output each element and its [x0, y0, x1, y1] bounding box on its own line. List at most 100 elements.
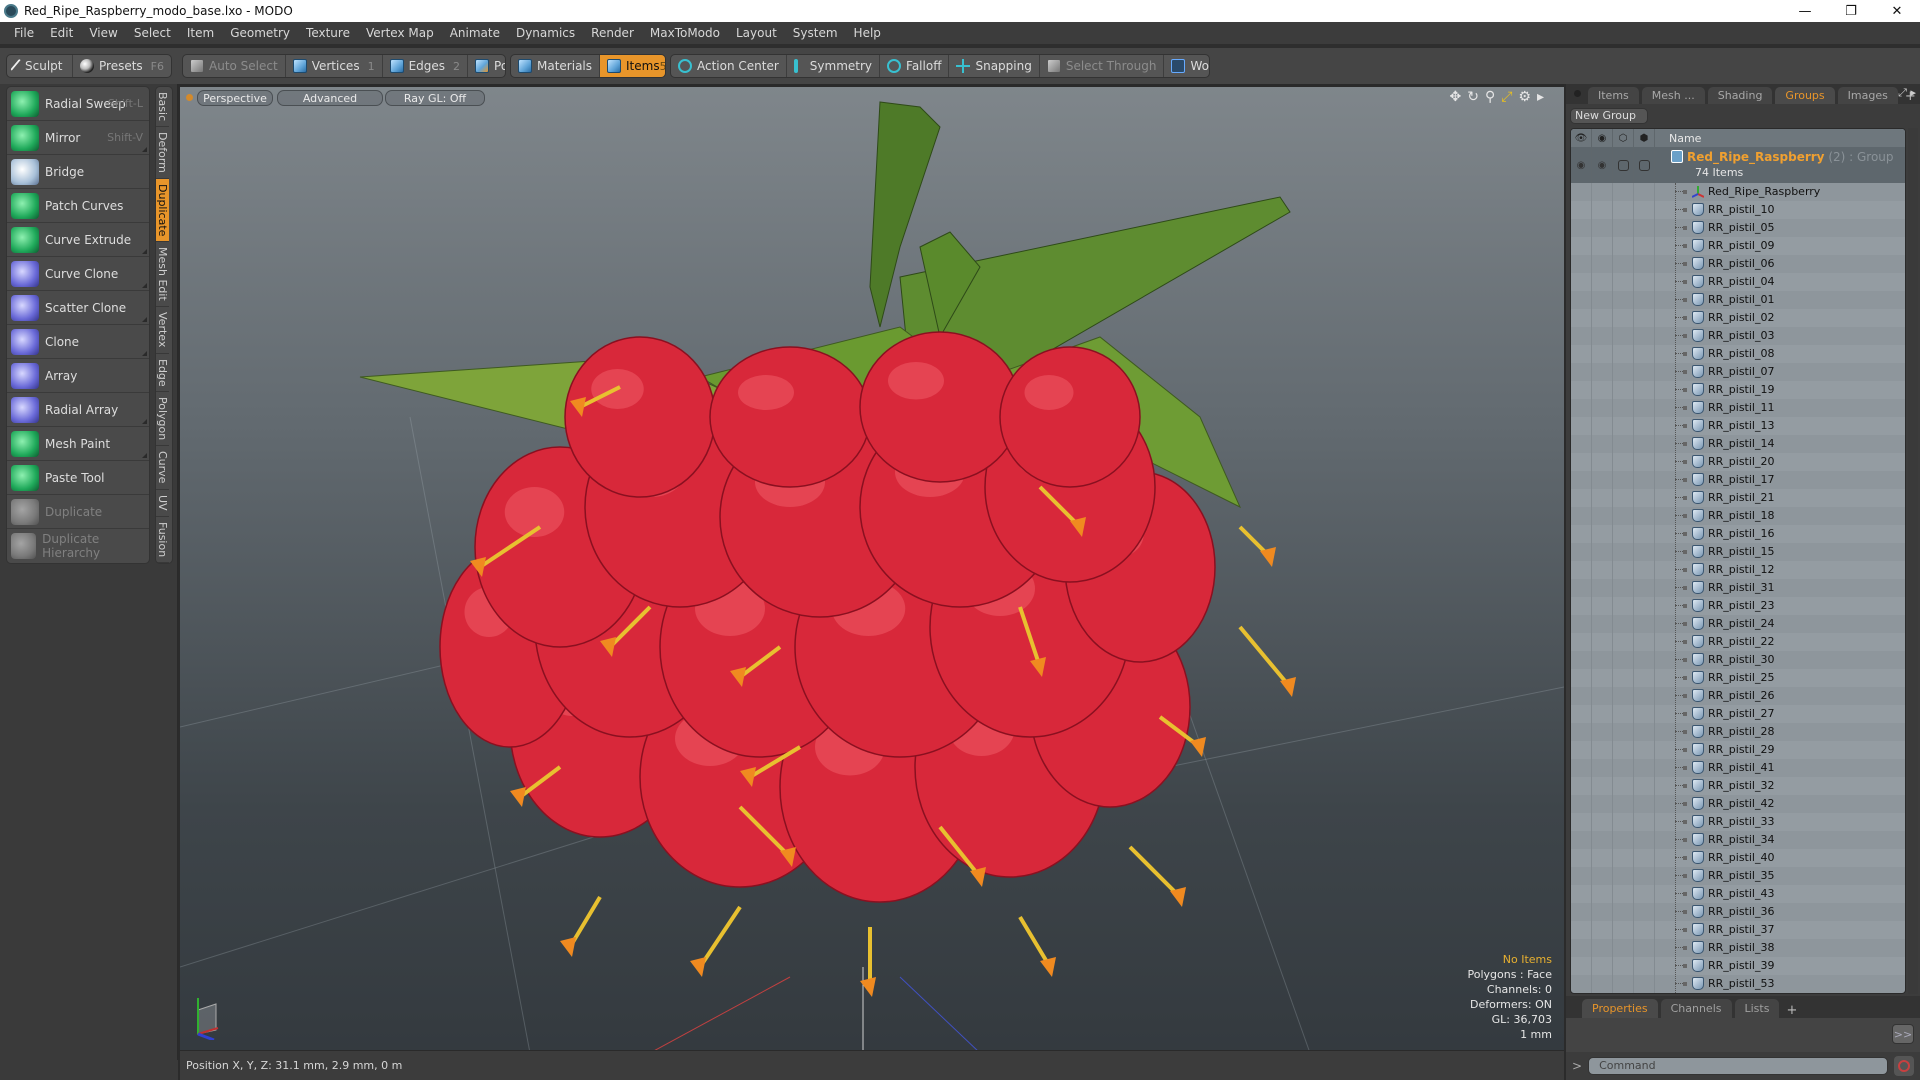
list-item[interactable]: RR_pistil_13 [1571, 417, 1905, 435]
tab-groups[interactable]: Groups [1775, 87, 1835, 104]
symmetry-button[interactable]: Symmetry [787, 55, 881, 77]
presets-button[interactable]: Presets F6 [73, 55, 171, 77]
record-macro-button[interactable] [1894, 1056, 1915, 1076]
vtab-uv[interactable]: UV [156, 490, 169, 517]
list-item[interactable]: RR_pistil_27 [1571, 705, 1905, 723]
vtab-curve[interactable]: Curve [156, 446, 169, 490]
list-item[interactable]: RR_pistil_42 [1571, 795, 1905, 813]
list-item[interactable]: RR_pistil_53 [1571, 975, 1905, 993]
list-item[interactable]: RR_pistil_40 [1571, 849, 1905, 867]
list-item[interactable]: RR_pistil_34 [1571, 831, 1905, 849]
list-item[interactable]: RR_pistil_11 [1571, 399, 1905, 417]
rotate-icon[interactable]: ↻ [1467, 89, 1479, 105]
tool-bridge[interactable]: Bridge [7, 155, 149, 189]
menu-texture[interactable]: Texture [298, 26, 358, 40]
menu-vertex-map[interactable]: Vertex Map [358, 26, 442, 40]
list-item[interactable]: RR_pistil_28 [1571, 723, 1905, 741]
list-item[interactable]: RR_pistil_25 [1571, 669, 1905, 687]
group-render-icon[interactable]: ◉ [1592, 147, 1613, 183]
minimize-button[interactable]: — [1782, 0, 1828, 22]
falloff-button[interactable]: Falloff [880, 55, 950, 77]
tool-scatter-clone[interactable]: Scatter Clone [7, 291, 149, 325]
render-camera-icon[interactable]: ◉ [1592, 129, 1613, 147]
list-item[interactable]: RR_pistil_17 [1571, 471, 1905, 489]
list-item[interactable]: RR_pistil_21 [1571, 489, 1905, 507]
menu-dynamics[interactable]: Dynamics [508, 26, 583, 40]
sculpt-button[interactable]: Sculpt [7, 55, 73, 77]
group-row[interactable]: ◉ ◉ Red_Ripe_Raspberry (2) : Group 74 It… [1571, 147, 1905, 183]
list-item[interactable]: Red_Ripe_Raspberry [1571, 183, 1905, 201]
list-item[interactable]: RR_pistil_29 [1571, 741, 1905, 759]
viewport-menu-dot[interactable] [186, 94, 193, 101]
list-item[interactable]: RR_pistil_20 [1571, 453, 1905, 471]
tab-mesh[interactable]: Mesh ... [1641, 87, 1705, 104]
add-properties-tab-plus-icon[interactable]: + [1786, 1003, 1797, 1018]
list-item[interactable]: RR_pistil_43 [1571, 885, 1905, 903]
viewport-settings-gear-icon[interactable]: ⚙ [1518, 89, 1531, 105]
tool-duplicate-hierarchy[interactable]: Duplicate Hierarchy [7, 529, 149, 563]
list-item[interactable]: RR_pistil_32 [1571, 777, 1905, 795]
vtab-duplicate[interactable]: Duplicate [156, 179, 169, 243]
vtab-basic[interactable]: Basic [156, 87, 169, 128]
list-item[interactable]: RR_pistil_03 [1571, 327, 1905, 345]
list-item[interactable]: RR_pistil_04 [1571, 273, 1905, 291]
tool-clone[interactable]: Clone [7, 325, 149, 359]
new-group-button[interactable]: New Group [1570, 108, 1648, 124]
polygons-button[interactable]: Polygons [468, 55, 505, 77]
list-item[interactable]: RR_pistil_36 [1571, 903, 1905, 921]
expand-button[interactable]: >> [1892, 1024, 1914, 1044]
list-item[interactable]: RR_pistil_12 [1571, 561, 1905, 579]
snapping-button[interactable]: Snapping [949, 55, 1040, 77]
list-item[interactable]: RR_pistil_31 [1571, 579, 1905, 597]
maximize-viewport-icon[interactable]: ⤢ [1501, 89, 1512, 105]
tool-array[interactable]: Array [7, 359, 149, 393]
lock-icon[interactable]: ⬡ [1613, 129, 1634, 147]
menu-help[interactable]: Help [846, 26, 889, 40]
vtab-edge[interactable]: Edge [156, 354, 169, 393]
list-item[interactable]: RR_pistil_30 [1571, 651, 1905, 669]
list-item[interactable]: RR_pistil_18 [1571, 507, 1905, 525]
restore-button[interactable]: ❐ [1828, 0, 1874, 22]
tool-curve-clone[interactable]: Curve Clone [7, 257, 149, 291]
vtab-deform[interactable]: Deform [156, 127, 169, 180]
list-item[interactable]: RR_pistil_10 [1571, 201, 1905, 219]
list-item[interactable]: RR_pistil_14 [1571, 435, 1905, 453]
list-item[interactable]: RR_pistil_22 [1571, 633, 1905, 651]
menu-view[interactable]: View [81, 26, 125, 40]
group-lock-toggle[interactable] [1613, 147, 1634, 183]
visibility-eye-icon[interactable]: 👁 [1571, 129, 1592, 147]
vtab-polygon[interactable]: Polygon [156, 392, 169, 447]
selectable-icon[interactable]: ⬢ [1634, 129, 1655, 147]
list-item[interactable]: RR_pistil_39 [1571, 957, 1905, 975]
menu-system[interactable]: System [785, 26, 846, 40]
list-item[interactable]: RR_pistil_35 [1571, 867, 1905, 885]
raygl-button[interactable]: Ray GL: Off [385, 90, 485, 106]
list-item[interactable]: RR_pistil_23 [1571, 597, 1905, 615]
menu-maxtomodo[interactable]: MaxToModo [642, 26, 728, 40]
vtab-fusion[interactable]: Fusion [156, 517, 169, 563]
auto-select-button[interactable]: Auto Select [183, 55, 286, 77]
list-item[interactable]: RR_pistil_02 [1571, 309, 1905, 327]
view-type-button[interactable]: Perspective [197, 90, 273, 106]
tool-paste-tool[interactable]: Paste Tool [7, 461, 149, 495]
3d-viewport[interactable]: Perspective Advanced Ray GL: Off ✥ ↻ ⚲ ⤢… [180, 84, 1564, 1050]
tool-radial-array[interactable]: Radial Array [7, 393, 149, 427]
list-item[interactable]: RR_pistil_37 [1571, 921, 1905, 939]
menu-item[interactable]: Item [179, 26, 222, 40]
group-visibility-eye-icon[interactable]: ◉ [1571, 147, 1592, 183]
tab-images[interactable]: Images [1837, 87, 1898, 104]
tool-duplicate[interactable]: Duplicate [7, 495, 149, 529]
list-scrollbar[interactable] [1908, 128, 1918, 994]
list-item[interactable]: RR_pistil_41 [1571, 759, 1905, 777]
tab-shading[interactable]: Shading [1707, 87, 1773, 104]
list-item[interactable]: RR_pistil_26 [1571, 687, 1905, 705]
tool-radial-sweep[interactable]: Radial Sweep Shift-L [7, 87, 149, 121]
list-item[interactable]: RR_pistil_07 [1571, 363, 1905, 381]
tab-items[interactable]: Items [1588, 87, 1639, 104]
select-through-button[interactable]: Select Through [1040, 55, 1165, 77]
shading-mode-button[interactable]: Advanced [277, 90, 383, 106]
group-select-toggle[interactable] [1634, 147, 1655, 183]
edges-button[interactable]: Edges 2 [383, 55, 469, 77]
list-item[interactable]: RR_pistil_38 [1571, 939, 1905, 957]
pan-icon[interactable]: ✥ [1449, 89, 1461, 105]
